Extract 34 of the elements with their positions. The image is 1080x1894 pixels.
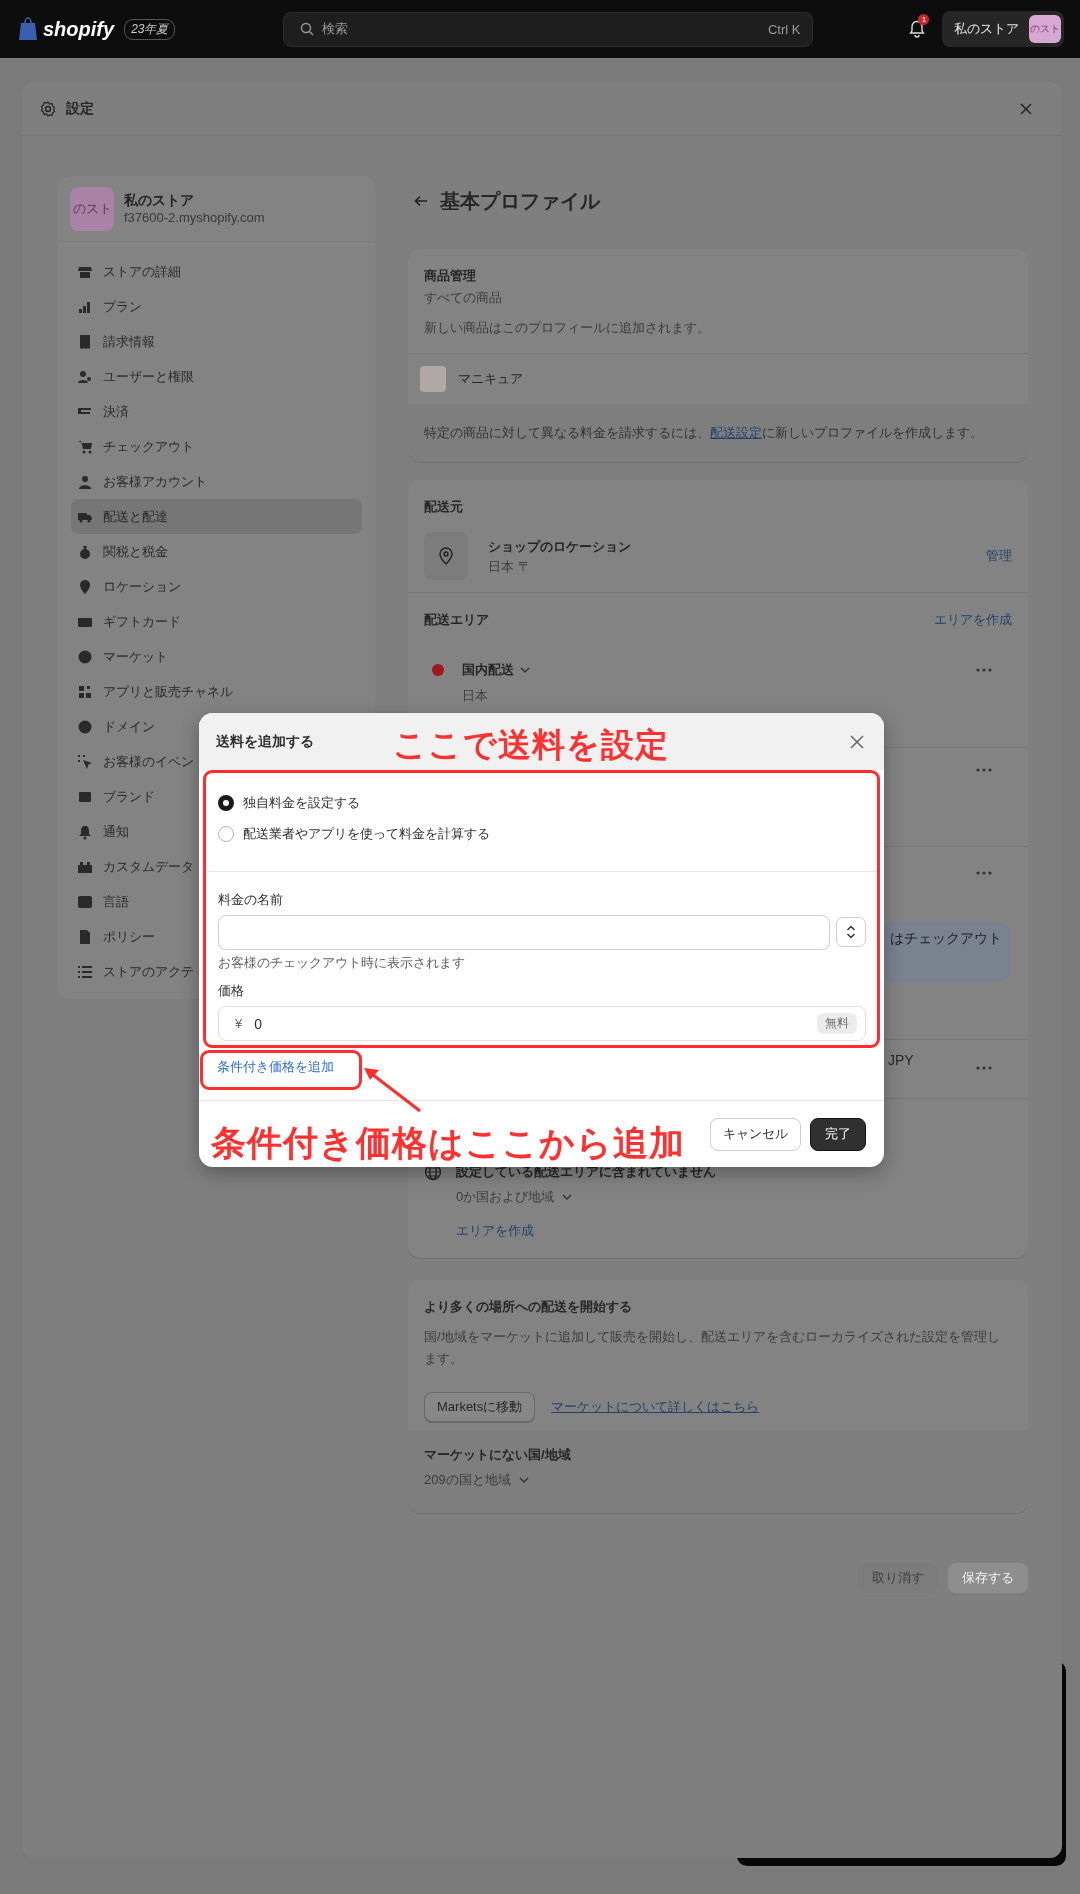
edition-badge: 23年夏: [124, 18, 176, 40]
shortcut-hint: Ctrl K: [768, 21, 801, 37]
field-hint: お客様のチェックアウト時に表示されます: [218, 954, 466, 972]
section-heading: 商品管理: [424, 267, 477, 285]
free-badge: 無料: [817, 1013, 857, 1034]
store-name: 私のストア: [954, 20, 1020, 38]
rate-currency: JPY: [888, 1052, 914, 1068]
settings-title: 設定: [66, 99, 95, 118]
page-title: 基本プロファイル: [440, 188, 600, 214]
price-value: 0: [254, 1015, 264, 1032]
search-placeholder: 検索: [322, 20, 350, 38]
currency-symbol: ¥: [235, 1016, 243, 1031]
field-label: 料金の名前: [218, 891, 284, 909]
notification-badge: 1: [918, 14, 930, 25]
dialog-title: 送料を追加する: [216, 732, 314, 751]
annotation-text: ここで送料を設定: [393, 725, 669, 765]
field-label: 価格: [218, 982, 245, 1000]
product-name: マニキュア: [458, 370, 523, 388]
logo-text: shopify: [43, 17, 115, 41]
section-heading: 配送元: [424, 498, 464, 516]
store-avatar: のスト: [1029, 15, 1062, 43]
store-name: 私のストア: [124, 192, 195, 210]
section-heading: 配送エリア: [424, 611, 490, 629]
annotation-text: 条件付き価格はここから追加: [211, 1122, 685, 1164]
section-heading: マーケットにない国/地域: [424, 1446, 572, 1464]
store-avatar: のスト: [70, 186, 114, 231]
section-subheading: すべての商品: [424, 289, 503, 307]
store-domain: f37600-2.myshopify.com: [124, 210, 265, 225]
location-name: ショップのロケーション: [488, 538, 632, 556]
location-address: 日本 〒: [488, 558, 532, 576]
banner-text: はチェックアウト: [890, 930, 1002, 946]
footer-note: 特定の商品に対して異なる料金を請求するには、配送設定に新しいプロファイルを作成します。: [424, 424, 983, 442]
zone-country: 日本: [462, 687, 488, 705]
section-heading: より多くの場所への配送を開始する: [424, 1298, 633, 1316]
